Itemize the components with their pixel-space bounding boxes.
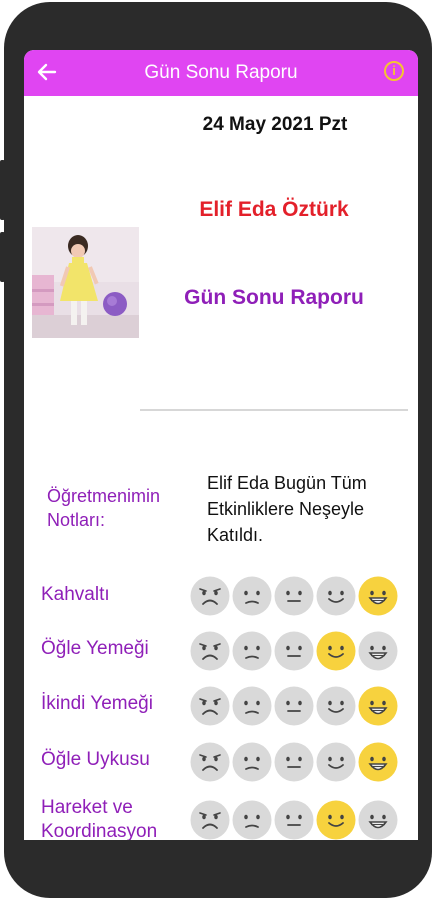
power-button	[0, 232, 5, 282]
rating-faces	[190, 631, 402, 671]
smile-face-icon[interactable]	[316, 576, 356, 616]
smile-face-icon[interactable]	[316, 800, 356, 840]
very-sad-face-icon[interactable]	[190, 800, 230, 840]
app-screen: Gün Sonu Raporu i 24 May 2021 Pzt Elif E…	[24, 50, 418, 840]
rating-faces	[190, 742, 402, 782]
rating-label: Kahvaltı	[41, 584, 110, 605]
app-bar: Gün Sonu Raporu i	[24, 50, 418, 96]
neutral-face-icon[interactable]	[274, 686, 314, 726]
student-name: Elif Eda Öztürk	[199, 198, 349, 221]
smile-face-icon[interactable]	[316, 631, 356, 671]
neutral-face-icon[interactable]	[274, 742, 314, 782]
sad-face-icon[interactable]	[232, 576, 272, 616]
rating-label: İkindi Yemeği	[41, 693, 153, 714]
very-sad-face-icon[interactable]	[190, 686, 230, 726]
rating-faces	[190, 686, 402, 726]
notes-label: Öğretmenimin Notları:	[47, 486, 161, 530]
very-sad-face-icon[interactable]	[190, 631, 230, 671]
report-date: 24 May 2021 Pzt	[202, 114, 348, 135]
very-sad-face-icon[interactable]	[190, 742, 230, 782]
smile-face-icon[interactable]	[316, 742, 356, 782]
rating-faces	[190, 800, 402, 840]
rating-label: Öğle Yemeği	[41, 638, 149, 659]
neutral-face-icon[interactable]	[274, 800, 314, 840]
rating-label: Öğle Uykusu	[41, 749, 150, 770]
sad-face-icon[interactable]	[232, 742, 272, 782]
sad-face-icon[interactable]	[232, 686, 272, 726]
divider	[140, 409, 408, 411]
rating-label: Hareket ve Koordinasyon	[41, 797, 158, 840]
info-icon[interactable]: i	[384, 61, 404, 81]
happy-face-icon[interactable]	[358, 576, 398, 616]
happy-face-icon[interactable]	[358, 800, 398, 840]
very-sad-face-icon[interactable]	[190, 576, 230, 616]
neutral-face-icon[interactable]	[274, 631, 314, 671]
child-photo	[32, 227, 139, 338]
notes-text: Elif Eda Bugün Tüm Etkinliklere Neşeyle …	[207, 473, 367, 545]
happy-face-icon[interactable]	[358, 631, 398, 671]
volume-button	[0, 160, 5, 220]
happy-face-icon[interactable]	[358, 742, 398, 782]
sad-face-icon[interactable]	[232, 800, 272, 840]
smile-face-icon[interactable]	[316, 686, 356, 726]
rating-faces	[190, 576, 402, 616]
sad-face-icon[interactable]	[232, 631, 272, 671]
happy-face-icon[interactable]	[358, 686, 398, 726]
report-title: Gün Sonu Raporu	[184, 286, 364, 309]
page-title: Gün Sonu Raporu	[144, 62, 298, 83]
neutral-face-icon[interactable]	[274, 576, 314, 616]
